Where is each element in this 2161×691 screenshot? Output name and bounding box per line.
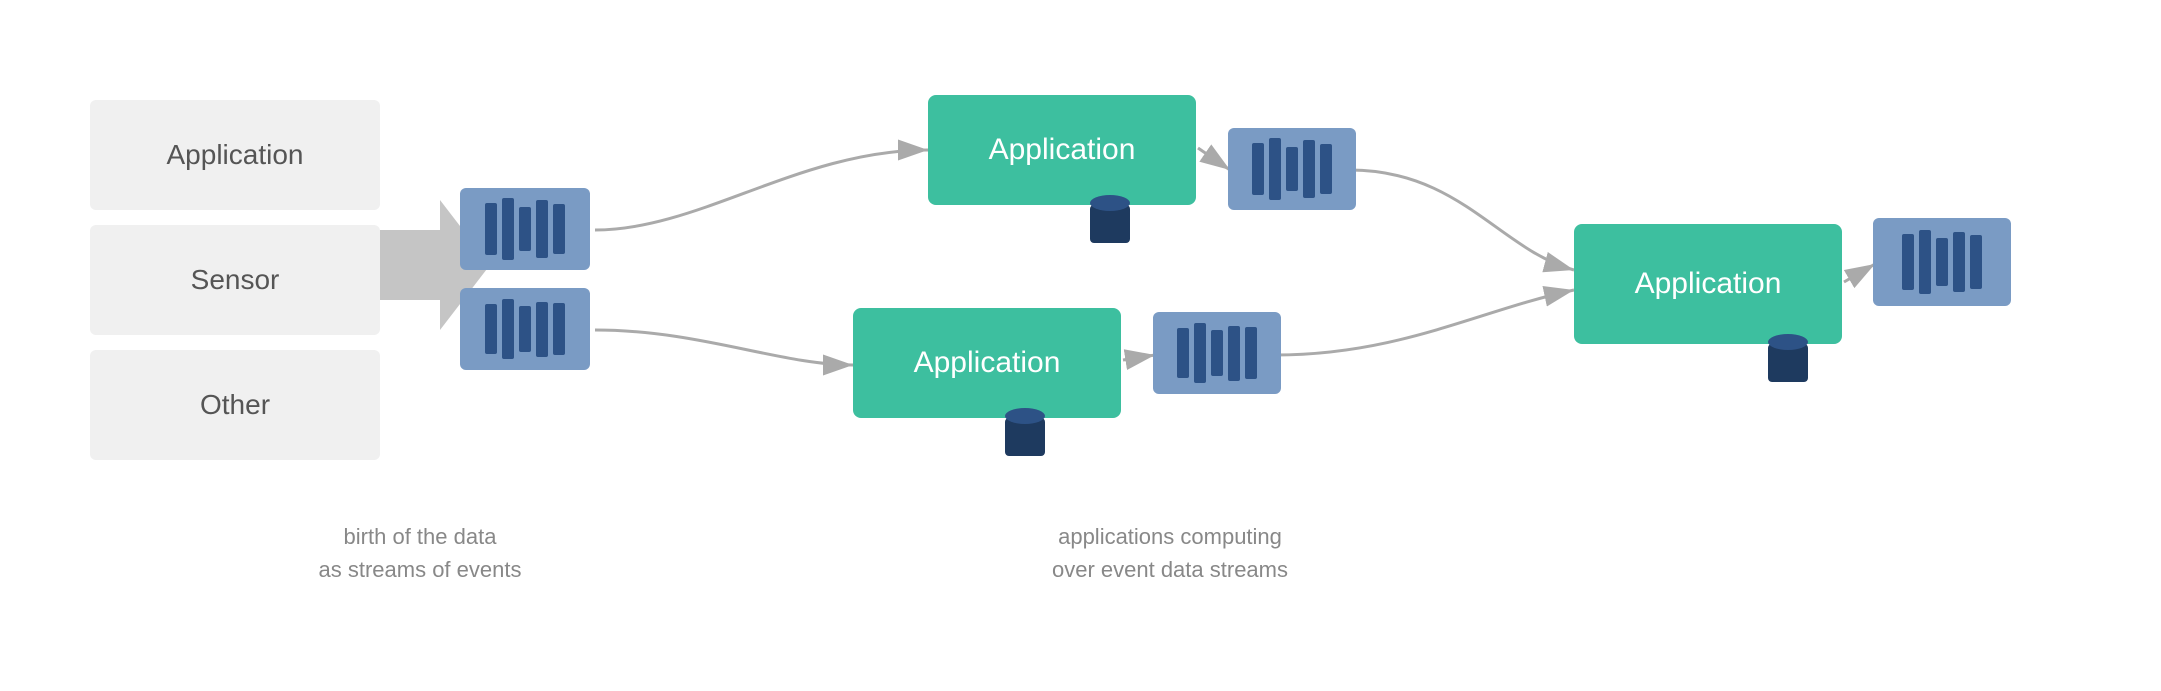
- db-cylinder-2: [1005, 408, 1045, 456]
- bar3: [519, 207, 531, 251]
- source-application: Application: [90, 100, 380, 210]
- stream-input-top: [460, 188, 590, 270]
- bar2: [502, 299, 514, 359]
- app-box-2: Application: [853, 308, 1121, 418]
- stream-final: [1873, 218, 2011, 306]
- stream-output-mid: [1153, 312, 1281, 394]
- source-sensor: Sensor: [90, 225, 380, 335]
- bar5: [553, 303, 565, 355]
- bar2: [502, 198, 514, 260]
- app-box-3: Application: [1574, 224, 1842, 344]
- sensor-label: Sensor: [191, 264, 280, 296]
- diagram-container: Application Sensor Other Application: [0, 0, 2161, 691]
- bar1: [485, 304, 497, 354]
- source-other: Other: [90, 350, 380, 460]
- bar1: [485, 203, 497, 255]
- stream-input-bot: [460, 288, 590, 370]
- stream-output-top: [1228, 128, 1356, 210]
- bar3: [519, 306, 531, 352]
- db-cylinder-3: [1768, 334, 1808, 382]
- db-cylinder-1: [1090, 195, 1130, 243]
- bar4: [536, 302, 548, 357]
- app-box-1: Application: [928, 95, 1196, 205]
- bar4: [536, 200, 548, 258]
- bar5: [553, 204, 565, 254]
- label-computing: applications computingover event data st…: [990, 520, 1350, 586]
- label-birth: birth of the dataas streams of events: [280, 520, 560, 586]
